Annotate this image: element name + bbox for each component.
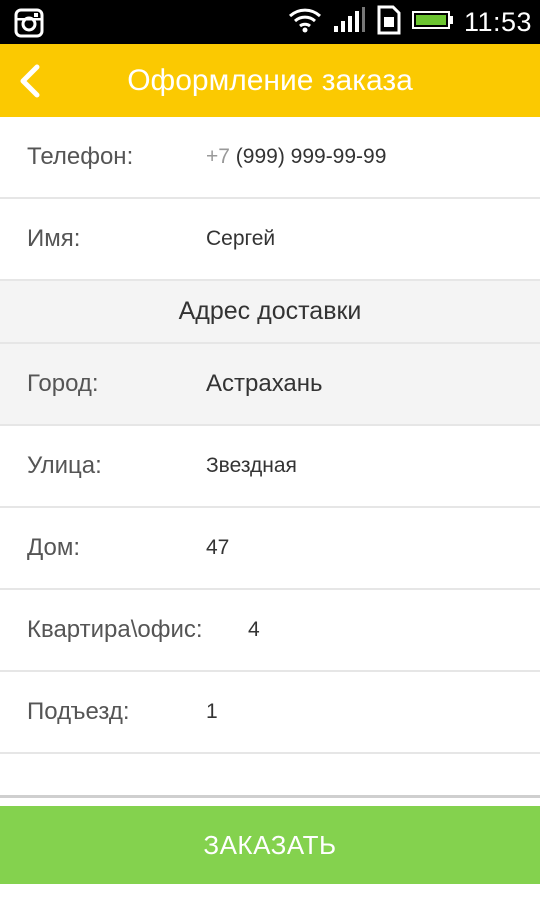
- instagram-icon: [14, 8, 44, 38]
- divider: [0, 795, 540, 798]
- order-form: Телефон: +7 (999) 999-99-99 Имя: Сергей …: [0, 117, 540, 754]
- city-label: Город:: [27, 370, 99, 397]
- house-field[interactable]: 47: [206, 508, 229, 588]
- phone-label: Телефон:: [27, 143, 134, 170]
- street-label: Улица:: [27, 452, 102, 479]
- name-row[interactable]: Имя: Сергей: [0, 199, 540, 281]
- battery-icon: [411, 9, 454, 36]
- phone-row[interactable]: Телефон: +7 (999) 999-99-99: [0, 117, 540, 199]
- house-row[interactable]: Дом: 47: [0, 508, 540, 590]
- clock: 11:53: [463, 6, 532, 37]
- apartment-row[interactable]: Квартира\офис: 4: [0, 590, 540, 672]
- order-button[interactable]: ЗАКАЗАТЬ: [0, 806, 540, 884]
- signal-icon: [332, 6, 366, 39]
- wifi-icon: [288, 6, 322, 39]
- chevron-left-icon: [20, 64, 40, 98]
- name-field[interactable]: Сергей: [206, 199, 275, 279]
- apartment-label: Квартира\офис:: [27, 616, 203, 643]
- phone-prefix: +7: [206, 145, 230, 168]
- street-field[interactable]: Звездная: [206, 426, 297, 506]
- entrance-field[interactable]: 1: [206, 672, 218, 752]
- app-bar: Оформление заказа: [0, 44, 540, 117]
- name-label: Имя:: [27, 225, 81, 252]
- city-row[interactable]: Город: Астрахань: [0, 344, 540, 426]
- sim-icon: [376, 5, 402, 40]
- bottom-strip: [0, 884, 540, 900]
- apartment-field[interactable]: 4: [248, 590, 260, 670]
- house-label: Дом:: [27, 534, 81, 561]
- phone-value: (999) 999-99-99: [235, 145, 387, 168]
- entrance-label: Подъезд:: [27, 698, 130, 725]
- back-button[interactable]: [8, 54, 52, 108]
- street-row[interactable]: Улица: Звездная: [0, 426, 540, 508]
- city-field[interactable]: Астрахань: [206, 344, 323, 424]
- phone-field[interactable]: +7 (999) 999-99-99: [206, 117, 386, 197]
- delivery-section-header: Адрес доставки: [0, 281, 540, 344]
- page-title: Оформление заказа: [127, 64, 413, 97]
- status-bar: 11:53: [0, 0, 540, 44]
- entrance-row[interactable]: Подъезд: 1: [0, 672, 540, 754]
